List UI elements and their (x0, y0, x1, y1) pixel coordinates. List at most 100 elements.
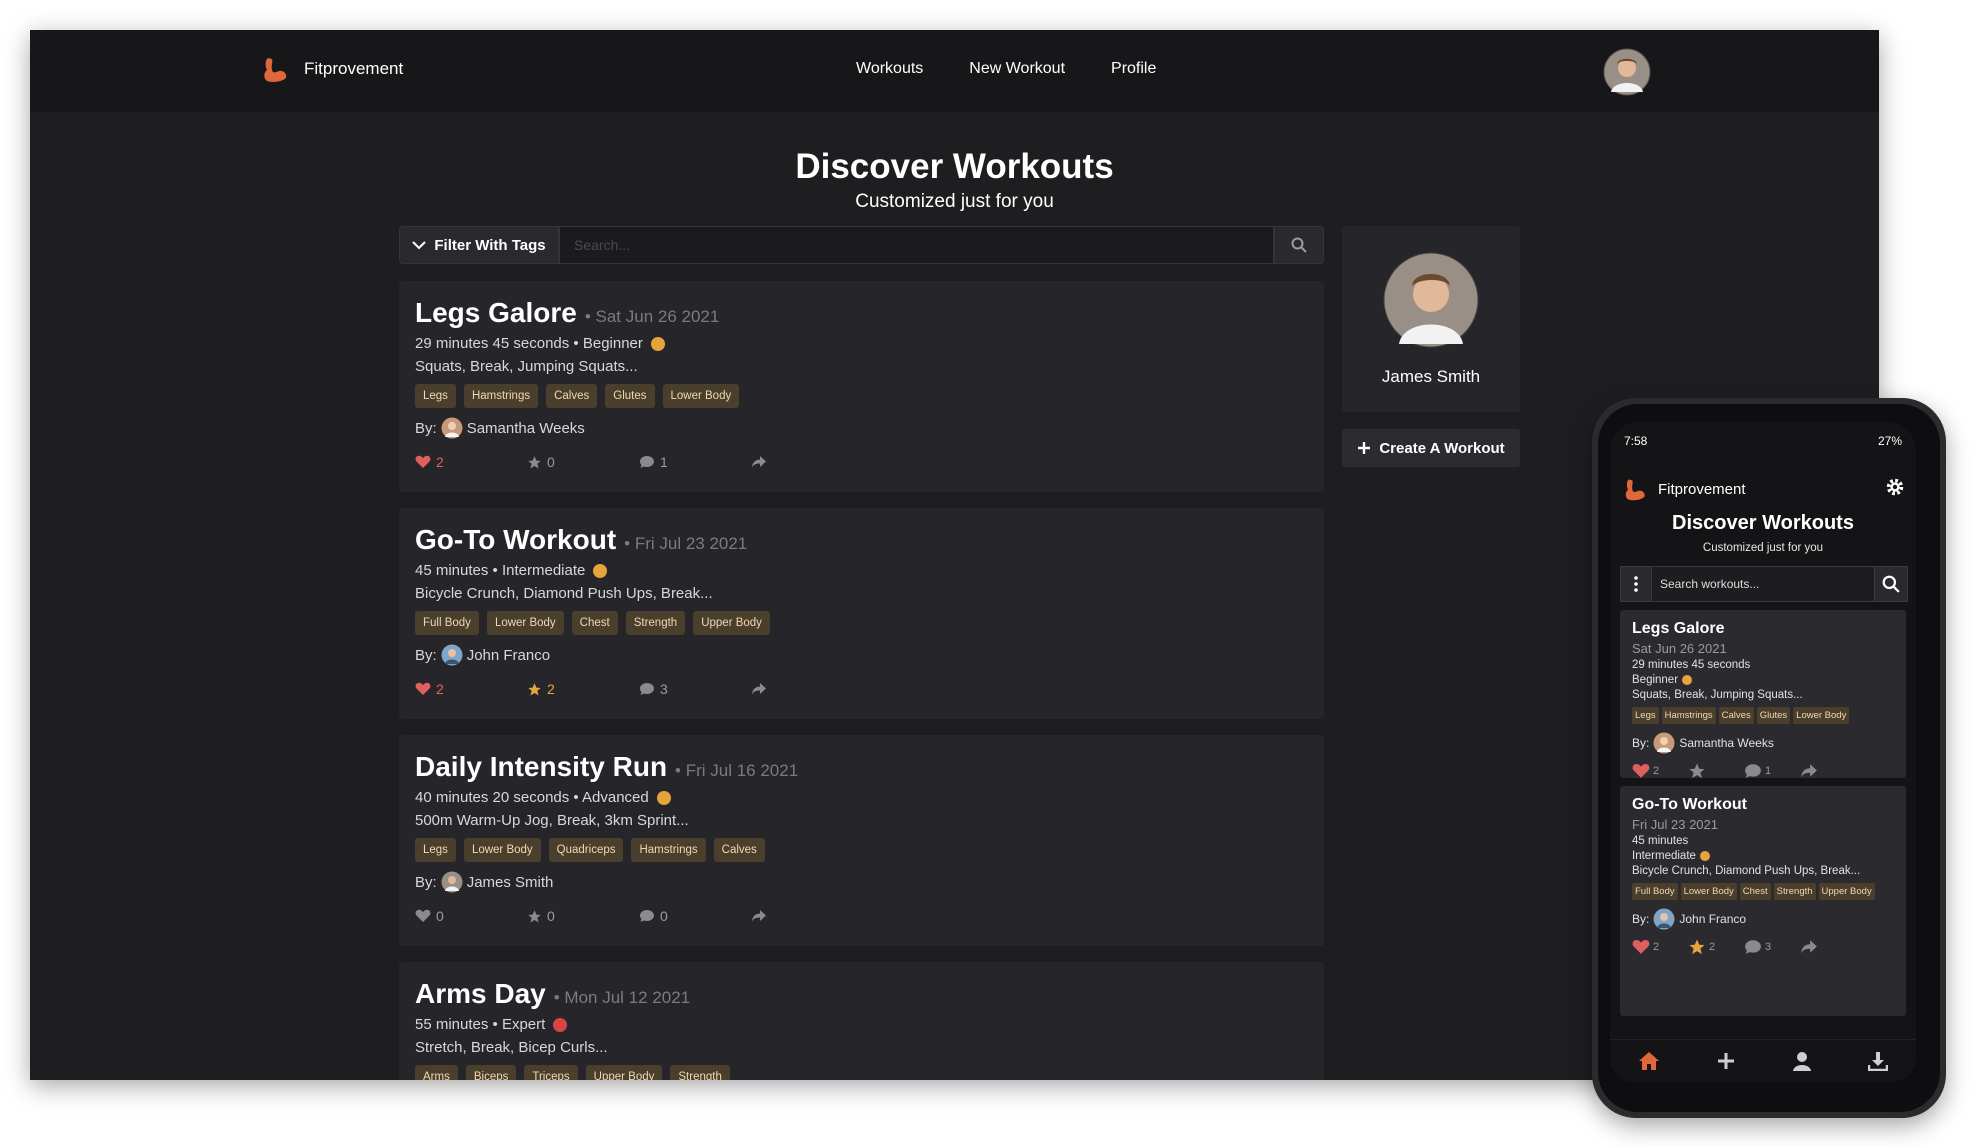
user-avatar[interactable] (1603, 48, 1651, 101)
search-button[interactable] (1274, 226, 1324, 264)
like-button[interactable]: 2 (1632, 763, 1688, 779)
create-workout-button[interactable]: Create A Workout (1342, 429, 1520, 467)
like-button[interactable]: 0 (415, 908, 527, 924)
author-avatar (1653, 732, 1675, 754)
tag[interactable]: Quadriceps (548, 838, 624, 862)
star-button[interactable]: 2 (527, 681, 639, 697)
comment-button[interactable]: 0 (639, 908, 751, 924)
workout-card[interactable]: Daily Intensity Run • Fri Jul 16 2021 40 … (399, 735, 1324, 946)
workout-title[interactable]: Go-To Workout (415, 524, 616, 556)
author-name[interactable]: John Franco (467, 647, 550, 664)
smile-emoji-icon (593, 563, 608, 578)
phone-workout-card[interactable]: Go-To Workout Fri Jul 23 2021 45 minutes… (1620, 786, 1906, 1016)
star-button[interactable]: 2 (1688, 938, 1744, 956)
nav-link-profile[interactable]: Profile (1111, 60, 1156, 78)
tag[interactable]: Biceps (465, 1065, 517, 1080)
tag[interactable]: Legs (415, 384, 456, 408)
star-count: 0 (547, 454, 555, 470)
filter-tags-button[interactable]: Filter With Tags (399, 226, 559, 264)
search-input[interactable] (559, 226, 1274, 264)
nav-link-new-workout[interactable]: New Workout (969, 60, 1065, 78)
tag[interactable]: Hamstrings (1661, 707, 1716, 724)
profile-card[interactable]: James Smith (1342, 226, 1520, 412)
tag[interactable]: Calves (546, 384, 598, 408)
comment-button[interactable]: 1 (639, 454, 751, 470)
workout-title[interactable]: Legs Galore (415, 297, 577, 329)
tag[interactable]: Glutes (605, 384, 655, 408)
tag[interactable]: Upper Body (1818, 883, 1875, 900)
user-icon[interactable] (1792, 1051, 1812, 1071)
comment-button[interactable]: 3 (1744, 939, 1800, 955)
workout-title[interactable]: Arms Day (415, 978, 546, 1010)
tag[interactable]: Upper Body (585, 1065, 663, 1080)
share-button[interactable] (1800, 939, 1856, 955)
share-button[interactable] (751, 455, 863, 469)
phone-workout-card[interactable]: Legs Galore Sat Jun 26 2021 29 minutes 4… (1620, 610, 1906, 780)
tag[interactable]: Legs (415, 838, 456, 862)
home-icon[interactable] (1638, 1051, 1660, 1071)
tag[interactable]: Hamstrings (631, 838, 706, 862)
tag[interactable]: Chest (1739, 883, 1771, 900)
tag[interactable]: Full Body (415, 611, 479, 635)
brand[interactable]: Fitprovement (260, 54, 403, 84)
workout-card[interactable]: Arms Day • Mon Jul 12 2021 55 minutes • E… (399, 962, 1324, 1080)
comment-button[interactable]: 3 (639, 681, 751, 697)
by-label: By: (415, 873, 437, 891)
tag[interactable]: Legs (1632, 707, 1659, 724)
tag[interactable]: Lower Body (662, 384, 740, 408)
phone-workout-title[interactable]: Legs Galore (1632, 620, 1894, 638)
tag[interactable]: Arms (415, 1065, 458, 1080)
workout-actions: 0 0 0 (415, 905, 1308, 927)
workout-duration-level: 29 minutes 45 seconds • Beginner (415, 335, 643, 352)
author-name[interactable]: Samantha Weeks (1679, 736, 1774, 750)
nav-link-workouts[interactable]: Workouts (856, 60, 923, 78)
tag[interactable]: Strength (670, 1065, 730, 1080)
tag[interactable]: Lower Body (1793, 707, 1850, 724)
phone-workout-actions: 2 1 (1632, 762, 1894, 780)
workout-exercises: 500m Warm-Up Jog, Break, 3km Sprint... (415, 812, 689, 829)
author-name[interactable]: James Smith (467, 874, 554, 891)
workout-title[interactable]: Daily Intensity Run (415, 751, 667, 783)
tag[interactable]: Full Body (1632, 883, 1678, 900)
workout-card[interactable]: Legs Galore • Sat Jun 26 2021 29 minutes … (399, 281, 1324, 492)
create-workout-label: Create A Workout (1379, 439, 1505, 457)
author-avatar (441, 417, 463, 439)
tag[interactable]: Strength (625, 611, 686, 635)
workout-date: • Mon Jul 12 2021 (553, 988, 691, 1007)
star-button[interactable] (1688, 762, 1744, 780)
tag[interactable]: Lower Body (463, 838, 541, 862)
comment-icon (640, 456, 654, 468)
tag[interactable]: Strength (1773, 883, 1816, 900)
phone-brand[interactable]: Fitprovement (1622, 476, 1746, 502)
settings-button[interactable] (1884, 476, 1906, 503)
share-button[interactable] (1800, 763, 1856, 779)
download-icon[interactable] (1868, 1051, 1888, 1071)
tag[interactable]: Calves (1718, 707, 1754, 724)
like-button[interactable]: 2 (415, 454, 527, 470)
like-button[interactable]: 2 (415, 681, 527, 697)
tag[interactable]: Upper Body (693, 611, 770, 635)
tag[interactable]: Calves (713, 838, 765, 862)
plus-icon[interactable] (1716, 1051, 1736, 1071)
tag[interactable]: Hamstrings (463, 384, 539, 408)
comment-button[interactable]: 1 (1744, 763, 1800, 779)
star-button[interactable]: 0 (527, 908, 639, 924)
filter-menu-button[interactable] (1621, 567, 1652, 601)
phone-workout-title[interactable]: Go-To Workout (1632, 796, 1894, 814)
star-icon (1689, 939, 1705, 955)
like-button[interactable]: 2 (1632, 939, 1688, 955)
phone-search-button[interactable] (1874, 567, 1907, 601)
star-button[interactable]: 0 (527, 454, 639, 470)
search-icon (1882, 575, 1900, 593)
workout-card[interactable]: Go-To Workout • Fri Jul 23 2021 45 minute… (399, 508, 1324, 719)
phone-search-input[interactable]: Search workouts... (1652, 567, 1874, 601)
tag[interactable]: Chest (571, 611, 618, 635)
tag[interactable]: Lower Body (1680, 883, 1737, 900)
author-name[interactable]: John Franco (1679, 912, 1746, 926)
tag[interactable]: Triceps (524, 1065, 578, 1080)
author-name[interactable]: Samantha Weeks (467, 420, 585, 437)
share-button[interactable] (751, 682, 863, 696)
tag[interactable]: Glutes (1756, 707, 1791, 724)
share-button[interactable] (751, 909, 863, 923)
tag[interactable]: Lower Body (486, 611, 564, 635)
